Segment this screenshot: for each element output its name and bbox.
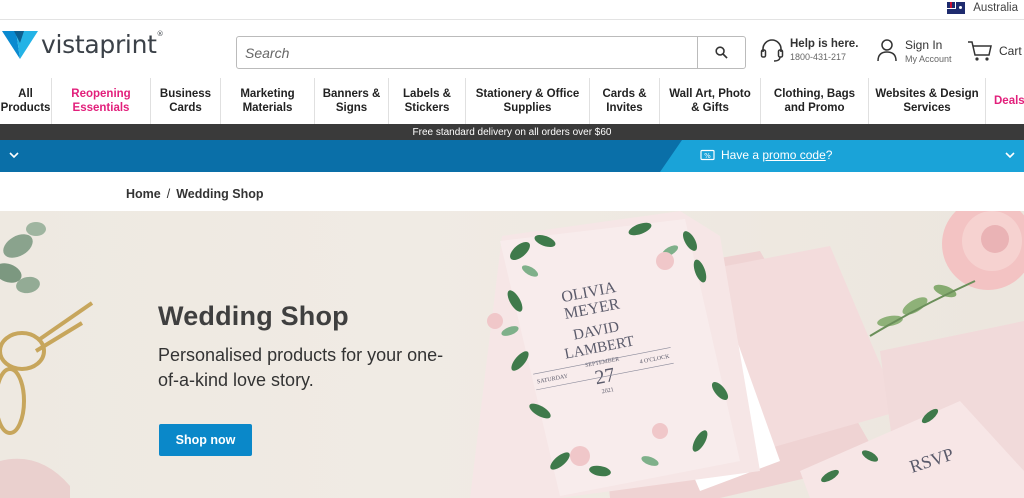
nav-item-websites-design[interactable]: Websites & Design Services (869, 78, 986, 124)
nav-item-marketing-materials[interactable]: Marketing Materials (221, 78, 315, 124)
site-header: vistaprint® Help is here. 1800-431-217 (0, 20, 1024, 74)
hero-subtitle: Personalised products for your one-of-a-… (158, 345, 444, 390)
wedding-invitation-card: OLIVIA MEYER DAVID LAMBERT SATURDAY SEPT… (470, 211, 760, 498)
eucalyptus-leaves-left (0, 222, 46, 294)
cart-link[interactable]: Cart (967, 40, 1022, 62)
nav-item-banners-signs[interactable]: Banners & Signs (315, 78, 389, 124)
category-nav: All Products Reopening Essentials Business… (0, 78, 1024, 124)
breadcrumb-separator: / (166, 187, 171, 201)
sign-in-title: Sign In (905, 38, 943, 52)
user-icon (877, 39, 897, 62)
nav-item-wall-art-gifts[interactable]: Wall Art, Photo & Gifts (660, 78, 761, 124)
shop-now-button[interactable]: Shop now (159, 424, 252, 456)
hero-title: Wedding Shop (158, 301, 349, 331)
nav-item-reopening-essentials[interactable]: Reopening Essentials (52, 78, 151, 124)
vistaprint-logo[interactable]: vistaprint® (2, 29, 164, 61)
search-input[interactable] (237, 37, 697, 68)
wedding-stationery-image: OLIVIA MEYER DAVID LAMBERT SATURDAY SEPT… (0, 211, 1024, 498)
breadcrumb-home[interactable]: Home (126, 187, 161, 201)
delivery-banner: Free standard delivery on all orders ove… (0, 124, 1024, 140)
brand-name: vistaprint® (41, 29, 164, 59)
pink-rose (869, 211, 1024, 337)
nav-item-stationery-office[interactable]: Stationery & Office Supplies (466, 78, 590, 124)
expand-left-button[interactable] (8, 148, 20, 166)
gold-scissors (0, 301, 94, 435)
search-button[interactable] (697, 37, 745, 68)
promo-code-link[interactable]: promo code (762, 148, 825, 162)
promo-prefix: Have a (721, 148, 760, 162)
chevron-down-icon (9, 152, 19, 159)
my-account-label: My Account (905, 54, 952, 64)
promo-code-prompt: % Have a promo code? (700, 148, 832, 162)
help-title: Help is here. (790, 38, 859, 50)
search-bar (236, 36, 746, 69)
nav-item-clothing-bags[interactable]: Clothing, Bags and Promo (761, 78, 869, 124)
nav-item-cards-invites[interactable]: Cards & Invites (590, 78, 660, 124)
hero-banner: OLIVIA MEYER DAVID LAMBERT SATURDAY SEPT… (0, 211, 1024, 498)
nav-item-business-cards[interactable]: Business Cards (151, 78, 221, 124)
region-selector[interactable]: Australia (947, 2, 1018, 14)
tag-icon: % (700, 149, 715, 161)
help-phone: 1800-431-217 (790, 52, 847, 62)
breadcrumb: Home / Wedding Shop (126, 187, 263, 201)
top-strip: Australia (0, 0, 1024, 20)
nav-item-labels-stickers[interactable]: Labels & Stickers (389, 78, 466, 124)
vistaprint-logo-icon (2, 31, 38, 59)
sign-in-link[interactable]: Sign In My Account (876, 38, 952, 64)
promo-code-toggle[interactable]: % Have a promo code? (660, 140, 1024, 172)
breadcrumb-current: Wedding Shop (176, 187, 264, 201)
svg-text:%: % (704, 152, 711, 160)
cart-label: Cart (999, 44, 1022, 58)
australia-flag-icon (947, 2, 966, 14)
nav-item-all-products[interactable]: All Products (0, 78, 52, 124)
search-icon (715, 46, 728, 59)
region-label: Australia (973, 2, 1018, 14)
help-contact[interactable]: Help is here. 1800-431-217 (760, 38, 858, 64)
cart-icon (968, 41, 992, 61)
delivery-text: Free standard delivery on all orders ove… (412, 126, 612, 138)
nav-item-deals[interactable]: Deals (986, 78, 1024, 124)
headset-icon (760, 39, 784, 62)
chevron-down-icon (1005, 152, 1015, 159)
